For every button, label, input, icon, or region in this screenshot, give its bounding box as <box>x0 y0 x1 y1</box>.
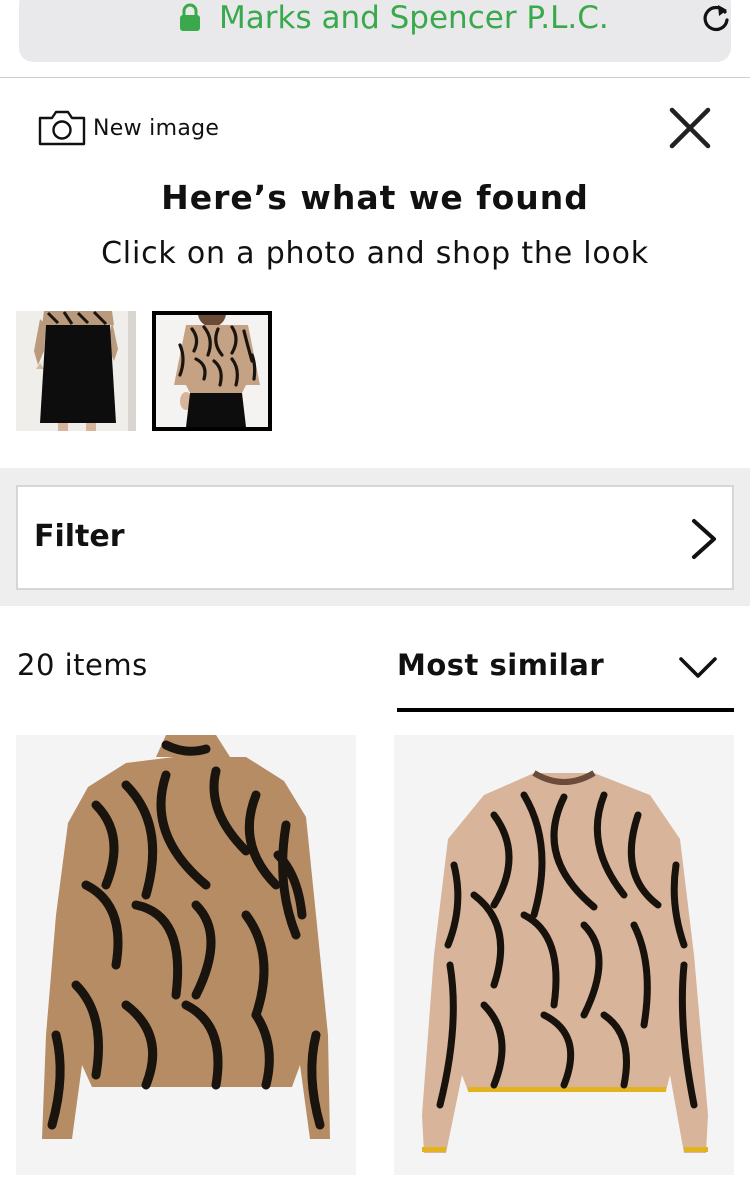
new-image-label: New image <box>93 115 220 141</box>
page-subtitle: Click on a photo and shop the look <box>101 236 649 271</box>
filter-section: Filter <box>0 468 750 606</box>
items-count: 20 items <box>17 648 148 682</box>
browser-url-bar: Marks and Spencer P.L.C. <box>0 0 750 78</box>
new-image-button[interactable]: New image <box>37 108 219 148</box>
product-image-funnel-neck-jumper <box>16 735 356 1175</box>
product-card[interactable] <box>16 735 356 1175</box>
filter-label: Filter <box>34 519 125 554</box>
page-title: Here’s what we found <box>161 178 589 217</box>
lock-icon <box>180 3 200 31</box>
close-icon[interactable] <box>668 106 712 150</box>
chevron-right-icon <box>692 519 716 559</box>
look-thumbnail-skirt[interactable] <box>16 311 136 431</box>
zebra-top-look-image <box>156 315 268 427</box>
filter-button[interactable]: Filter <box>16 485 734 590</box>
reload-icon[interactable] <box>698 0 734 36</box>
site-name: Marks and Spencer P.L.C. <box>219 0 609 36</box>
skirt-look-image <box>16 311 136 431</box>
product-image-crew-neck-jumper <box>394 735 734 1175</box>
product-card[interactable] <box>394 735 734 1175</box>
look-thumbnail-zebra-top[interactable] <box>152 311 272 431</box>
camera-icon <box>38 110 86 146</box>
address-field[interactable]: Marks and Spencer P.L.C. <box>19 0 731 62</box>
sort-selected-value: Most similar <box>397 648 605 682</box>
sort-select[interactable]: Most similar <box>397 636 734 712</box>
chevron-down-icon <box>679 657 717 678</box>
